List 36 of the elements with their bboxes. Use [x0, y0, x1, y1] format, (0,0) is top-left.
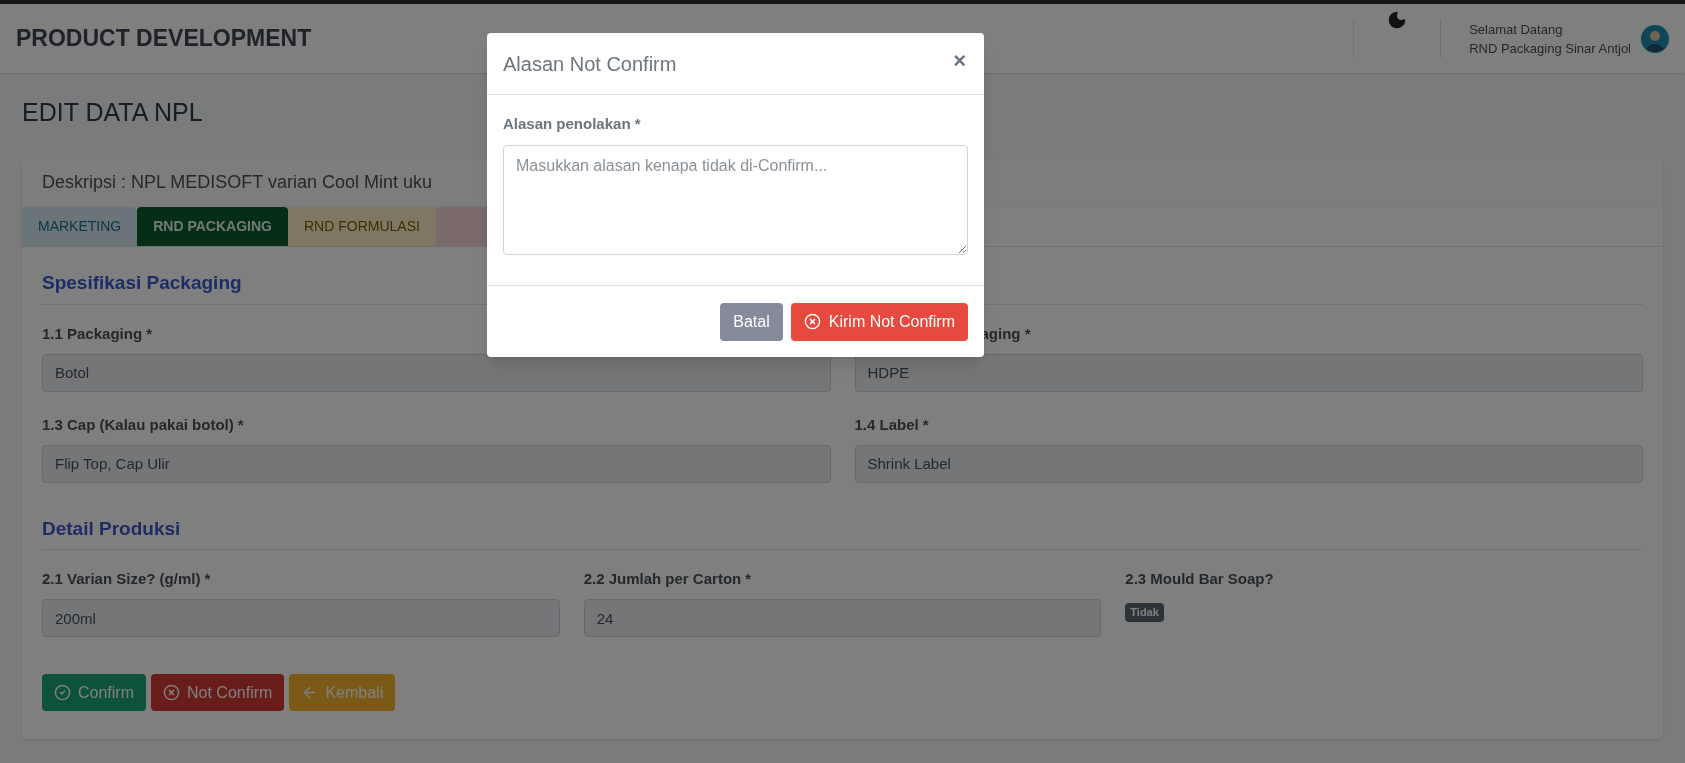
greeting-text: Selamat Datang	[1469, 20, 1564, 39]
input-field[interactable]: Botol	[42, 353, 831, 392]
field-label: Alasan penolakan *	[503, 114, 641, 134]
input-field[interactable]: Shrink Label	[854, 444, 1643, 483]
x-circle-icon	[803, 313, 821, 330]
cancel-button[interactable]: Batal	[720, 302, 783, 341]
field-label: 1.4 Label *	[854, 414, 930, 435]
confirm-button[interactable]: Confirm	[42, 674, 146, 711]
tab[interactable]: RND PACKAGING	[137, 207, 288, 246]
user-name: RND Packaging Sinar Antjol	[1469, 39, 1631, 58]
x-circle-icon	[163, 684, 180, 701]
input-field[interactable]: 24	[583, 599, 1102, 637]
section-heading: Detail Produksi	[42, 514, 1643, 550]
input-field[interactable]: 200ml	[42, 599, 560, 637]
status-badge: Tidak	[1125, 603, 1164, 622]
field-label: 1.3 Cap (Kalau pakai botol) *	[42, 414, 245, 435]
reason-textarea[interactable]: Masukkan alasan kenapa tidak di-Confirm...	[503, 144, 968, 255]
page-title: EDIT DATA NPL	[22, 97, 203, 128]
tab[interactable]: MARKETING	[22, 207, 138, 246]
description-text: Deskripsi : NPL MEDISOFT varian Cool Mint uku	[42, 171, 433, 194]
tab[interactable]: RND FORMULASI	[288, 207, 436, 246]
close-button[interactable]: ×	[953, 49, 966, 72]
submit-not-confirm-button[interactable]: Kirim Not Confirm	[790, 302, 968, 341]
input-field[interactable]: HDPE	[854, 353, 1643, 392]
dark-mode-toggle[interactable]	[1387, 10, 1408, 30]
check-circle-icon	[54, 684, 71, 701]
not-confirm-button[interactable]: Not Confirm	[151, 674, 285, 711]
input-field[interactable]: Flip Top, Cap Ulir	[42, 444, 831, 483]
field-label: 1.1 Packaging *	[42, 323, 154, 344]
field-label: 2.3 Mould Bar Soap?	[1125, 569, 1275, 589]
field-label: 2.2 Jumlah per Carton *	[583, 569, 753, 589]
modal-title: Alasan Not Confirm	[503, 51, 677, 77]
app-title: PRODUCT DEVELOPMENT	[16, 24, 312, 54]
moon-icon	[1387, 10, 1408, 30]
field-label: 2.1 Varian Size? (g/ml) *	[42, 569, 212, 589]
avatar-icon	[1641, 24, 1669, 53]
